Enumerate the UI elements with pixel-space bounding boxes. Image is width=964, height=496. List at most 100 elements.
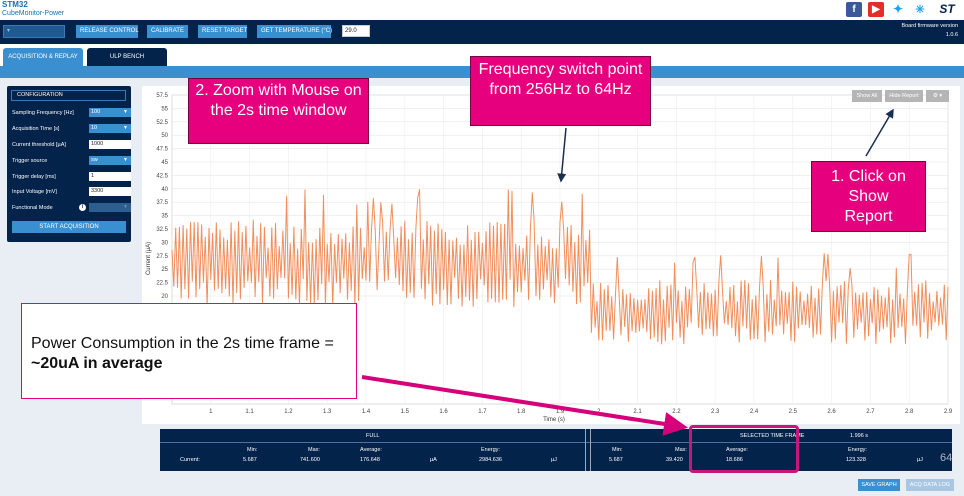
y-tick-label: 57.5 bbox=[156, 93, 168, 99]
chart-settings-button[interactable]: ⚙ ▾ bbox=[926, 90, 949, 102]
show-all-button[interactable]: Show All bbox=[852, 90, 882, 102]
trigger-delay-field[interactable]: 1 bbox=[89, 172, 131, 181]
selected-max-header: Max: bbox=[675, 447, 687, 453]
config-label: Trigger delay [ms] bbox=[12, 174, 56, 180]
gear-icon: ⚙ ▾ bbox=[932, 93, 943, 99]
current-row-label: Current: bbox=[180, 457, 200, 463]
x-axis-label: Time (s) bbox=[543, 417, 565, 423]
config-label: Trigger source bbox=[12, 158, 48, 164]
x-tick-label: 2.7 bbox=[866, 409, 875, 415]
input-voltage-field[interactable]: 3300 bbox=[89, 187, 131, 196]
release-control-button[interactable]: RELEASE CONTROL bbox=[76, 25, 139, 38]
x-tick-label: 2.1 bbox=[633, 409, 642, 415]
tab-acquisition-replay[interactable]: ACQUISITION & REPLAY bbox=[3, 48, 83, 66]
sampling-frequency-select[interactable]: 100 ▼ bbox=[89, 108, 131, 117]
x-tick-label: 2.2 bbox=[672, 409, 681, 415]
stats-divider bbox=[160, 442, 952, 443]
config-value: sw bbox=[91, 157, 98, 163]
get-temperature-button[interactable]: GET TEMPERATURE (°C) bbox=[257, 25, 332, 38]
acquisition-time-select[interactable]: 10 ▼ bbox=[89, 124, 131, 133]
youtube-icon[interactable]: ▶ bbox=[868, 1, 884, 17]
y-tick-label: 30 bbox=[161, 240, 168, 246]
y-tick-label: 32.5 bbox=[156, 227, 168, 233]
config-label: Current threshold [µA] bbox=[12, 142, 66, 148]
config-value: 100 bbox=[91, 109, 101, 115]
x-tick-label: 1.6 bbox=[439, 409, 448, 415]
y-axis-ticks: 20 22.5 25 27.5 30 32.5 35 37.5 40 42.5 45 47.5 50 52… bbox=[156, 93, 168, 300]
facebook-icon[interactable]: f bbox=[846, 1, 862, 17]
x-tick-label: 2 bbox=[597, 409, 601, 415]
config-label: Sampling Frequency [Hz] bbox=[12, 110, 74, 116]
selected-min-value: 5.687 bbox=[609, 457, 623, 463]
social-links: f ▶ ✦ ✳ ST bbox=[846, 0, 960, 18]
logo-line1: STM32 bbox=[2, 0, 28, 9]
info-icon[interactable]: i bbox=[79, 204, 86, 211]
firmware-info: Board firmware version 1.0.6 bbox=[901, 22, 958, 40]
logo-line2: CubeMonitor-Power bbox=[2, 10, 65, 17]
calibrate-button[interactable]: CALIBRATE bbox=[147, 25, 188, 38]
config-label: Input Voltage [mV] bbox=[12, 189, 57, 195]
x-axis-ticks: 1 1.1 1.2 1.3 1.4 1.5 1.6 1.7 1.8 1.9 2 2.1 2.2 2.3 2.… bbox=[209, 409, 953, 415]
hide-report-button[interactable]: Hide Report bbox=[885, 90, 923, 102]
x-tick-label: 2.5 bbox=[789, 409, 798, 415]
full-min-value: 5.687 bbox=[243, 457, 257, 463]
trigger-source-select[interactable]: sw ▼ bbox=[89, 156, 131, 165]
config-row-acquisition-time: Acquisition Time [s] 10 ▼ bbox=[12, 124, 131, 134]
temperature-field[interactable]: 29.0 bbox=[342, 25, 370, 37]
config-row-trigger-delay: Trigger delay [ms] 1 bbox=[12, 172, 131, 182]
x-tick-label: 2.9 bbox=[944, 409, 953, 415]
twitter-icon[interactable]: ✦ bbox=[890, 1, 906, 17]
chevron-down-icon: ▼ bbox=[123, 157, 128, 163]
statistics-panel: FULL SELECTED TIME FRAME 1.996 s Current… bbox=[160, 429, 952, 471]
y-tick-label: 40 bbox=[161, 187, 168, 193]
config-row-functional-mode: Functional Mode i ▼ bbox=[12, 203, 131, 213]
app-header: STM32 CubeMonitor-Power f ▶ ✦ ✳ ST bbox=[0, 0, 964, 20]
tab-ulp-bench[interactable]: ULP BENCH bbox=[87, 48, 167, 66]
x-tick-label: 1.8 bbox=[517, 409, 526, 415]
selected-duration: 1.996 s bbox=[850, 433, 869, 439]
config-row-current-threshold: Current threshold [µA] 1000 bbox=[12, 140, 131, 150]
average-highlight-box bbox=[689, 425, 799, 473]
save-graph-button[interactable]: SAVE GRAPH bbox=[858, 479, 900, 491]
y-tick-label: 42.5 bbox=[156, 173, 168, 179]
x-tick-label: 1.3 bbox=[323, 409, 332, 415]
stats-separator bbox=[585, 429, 591, 471]
show-report-annotation: 1. Click on Show Report bbox=[811, 161, 926, 232]
frequency-annotation: Frequency switch point from 256Hz to 64H… bbox=[470, 56, 651, 126]
full-energy-value: 2984.636 bbox=[479, 457, 502, 463]
y-tick-label: 25 bbox=[161, 267, 168, 273]
full-energy-unit: µJ bbox=[551, 457, 557, 463]
x-tick-label: 2.6 bbox=[827, 409, 836, 415]
firmware-label: Board firmware version bbox=[901, 23, 958, 29]
y-tick-label: 35 bbox=[161, 214, 168, 220]
x-tick-label: 2.8 bbox=[905, 409, 914, 415]
x-tick-label: 2.3 bbox=[711, 409, 720, 415]
acq-data-log-button[interactable]: ACQ DATA LOG bbox=[906, 479, 954, 491]
y-tick-label: 22.5 bbox=[156, 281, 168, 287]
x-tick-label: 1.9 bbox=[556, 409, 565, 415]
x-tick-label: 1.2 bbox=[284, 409, 293, 415]
y-tick-label: 47.5 bbox=[156, 147, 168, 153]
page-number: 64 bbox=[940, 452, 953, 464]
y-tick-label: 45 bbox=[161, 160, 168, 166]
selected-max-value: 39.420 bbox=[666, 457, 683, 463]
config-row-input-voltage: Input Voltage [mV] 3300 bbox=[12, 187, 131, 197]
full-current-unit: µA bbox=[430, 457, 437, 463]
config-row-sampling-frequency: Sampling Frequency [Hz] 100 ▼ bbox=[12, 108, 131, 118]
full-max-header: Max: bbox=[308, 447, 320, 453]
full-average-value: 176.648 bbox=[360, 457, 380, 463]
x-tick-label: 2.4 bbox=[750, 409, 759, 415]
selected-energy-header: Energy: bbox=[848, 447, 867, 453]
configuration-title: CONFIGURATION bbox=[11, 90, 126, 101]
y-axis-label: Current (µA) bbox=[146, 242, 152, 275]
network-icon[interactable]: ✳ bbox=[912, 1, 928, 17]
y-tick-label: 37.5 bbox=[156, 200, 168, 206]
y-tick-label: 20 bbox=[161, 294, 168, 300]
power-annotation: Power Consumption in the 2s time frame =… bbox=[21, 303, 357, 399]
full-average-header: Average: bbox=[360, 447, 382, 453]
current-threshold-field[interactable]: 1000 bbox=[89, 140, 131, 149]
x-tick-label: 1.7 bbox=[478, 409, 487, 415]
port-select[interactable]: ▾ bbox=[3, 25, 65, 38]
start-acquisition-button[interactable]: START ACQUISITION bbox=[12, 221, 126, 233]
reset-target-button[interactable]: RESET TARGET bbox=[198, 25, 247, 38]
